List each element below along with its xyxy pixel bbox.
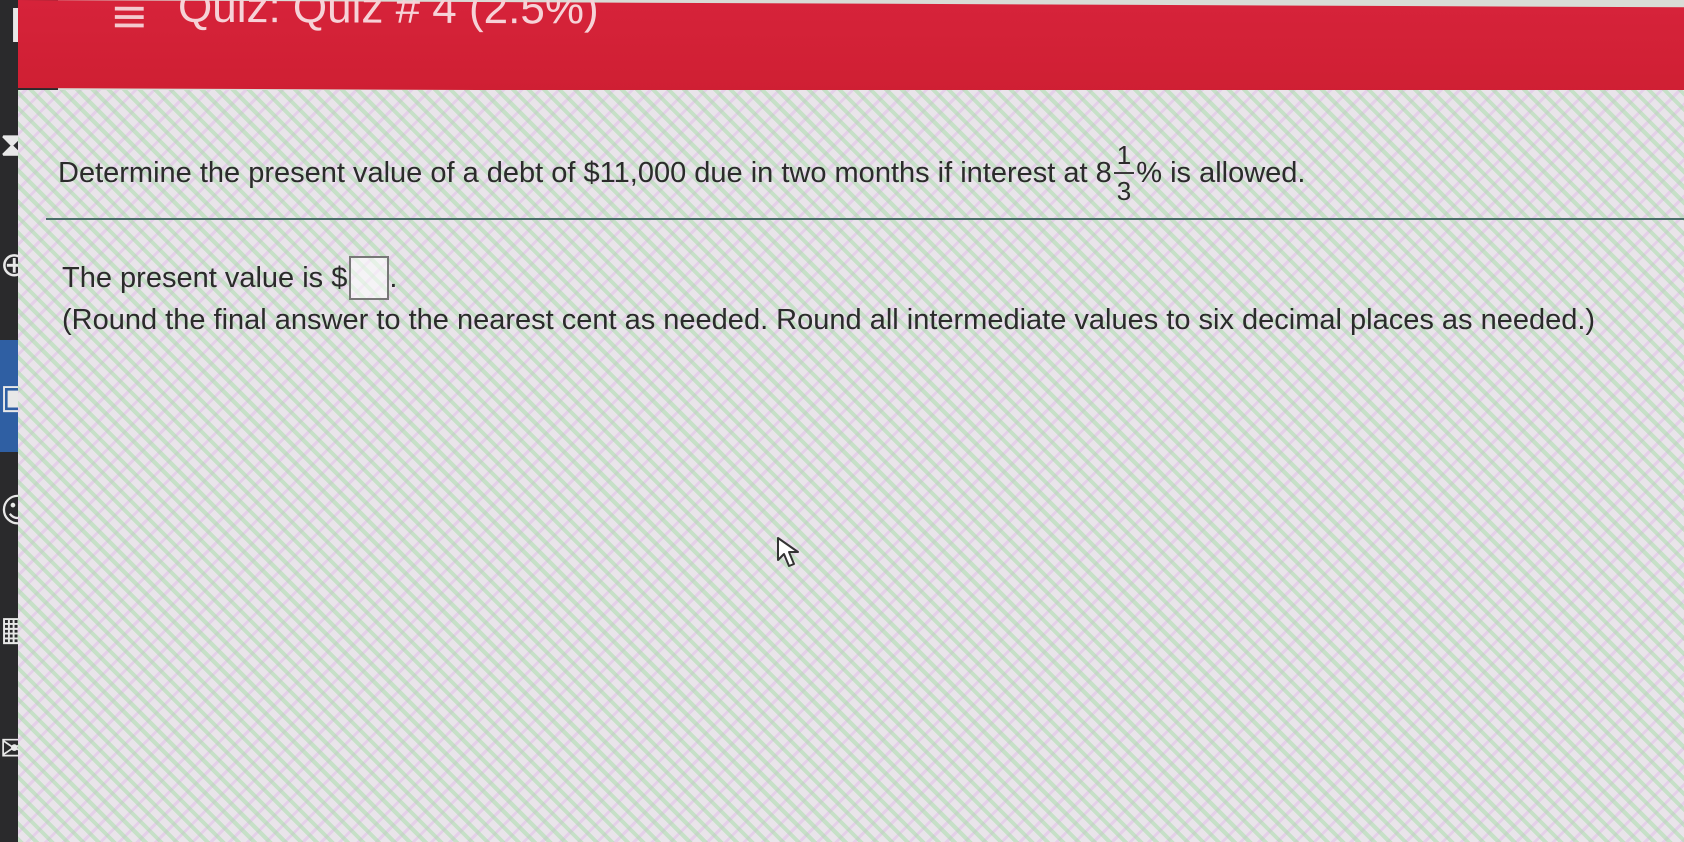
fraction-numerator: 1 xyxy=(1113,142,1135,174)
question-text-after: % is allowed. xyxy=(1136,156,1306,189)
interest-rate-fraction: 1 3 xyxy=(1113,142,1135,206)
rounding-instructions: (Round the final answer to the nearest c… xyxy=(62,304,1596,336)
question-divider xyxy=(46,218,1684,220)
answer-line: The present value is $ . xyxy=(62,256,397,300)
question-panel: Determine the present value of a debt of… xyxy=(18,90,1684,842)
hamburger-menu-icon[interactable]: ≡ xyxy=(110,0,149,43)
quiz-title: Quiz: Quiz # 4 (2.5%) xyxy=(178,0,599,34)
fraction-denominator: 3 xyxy=(1116,176,1132,206)
question-text: Determine the present value of a debt of… xyxy=(58,142,1306,204)
question-text-before: Determine the present value of a debt of… xyxy=(58,156,1112,189)
mouse-pointer-icon xyxy=(777,537,799,567)
screen: ▐ ⧗ ⊕ ▣ ☺ ▦ 99 ✉ ≡ Quiz: Quiz # 4 (2.5%)… xyxy=(0,0,1684,842)
present-value-input[interactable] xyxy=(349,256,390,300)
answer-suffix: . xyxy=(389,261,398,294)
quiz-header: ≡ Quiz: Quiz # 4 (2.5%) xyxy=(18,0,1684,96)
answer-prompt: The present value is $ xyxy=(62,261,348,294)
